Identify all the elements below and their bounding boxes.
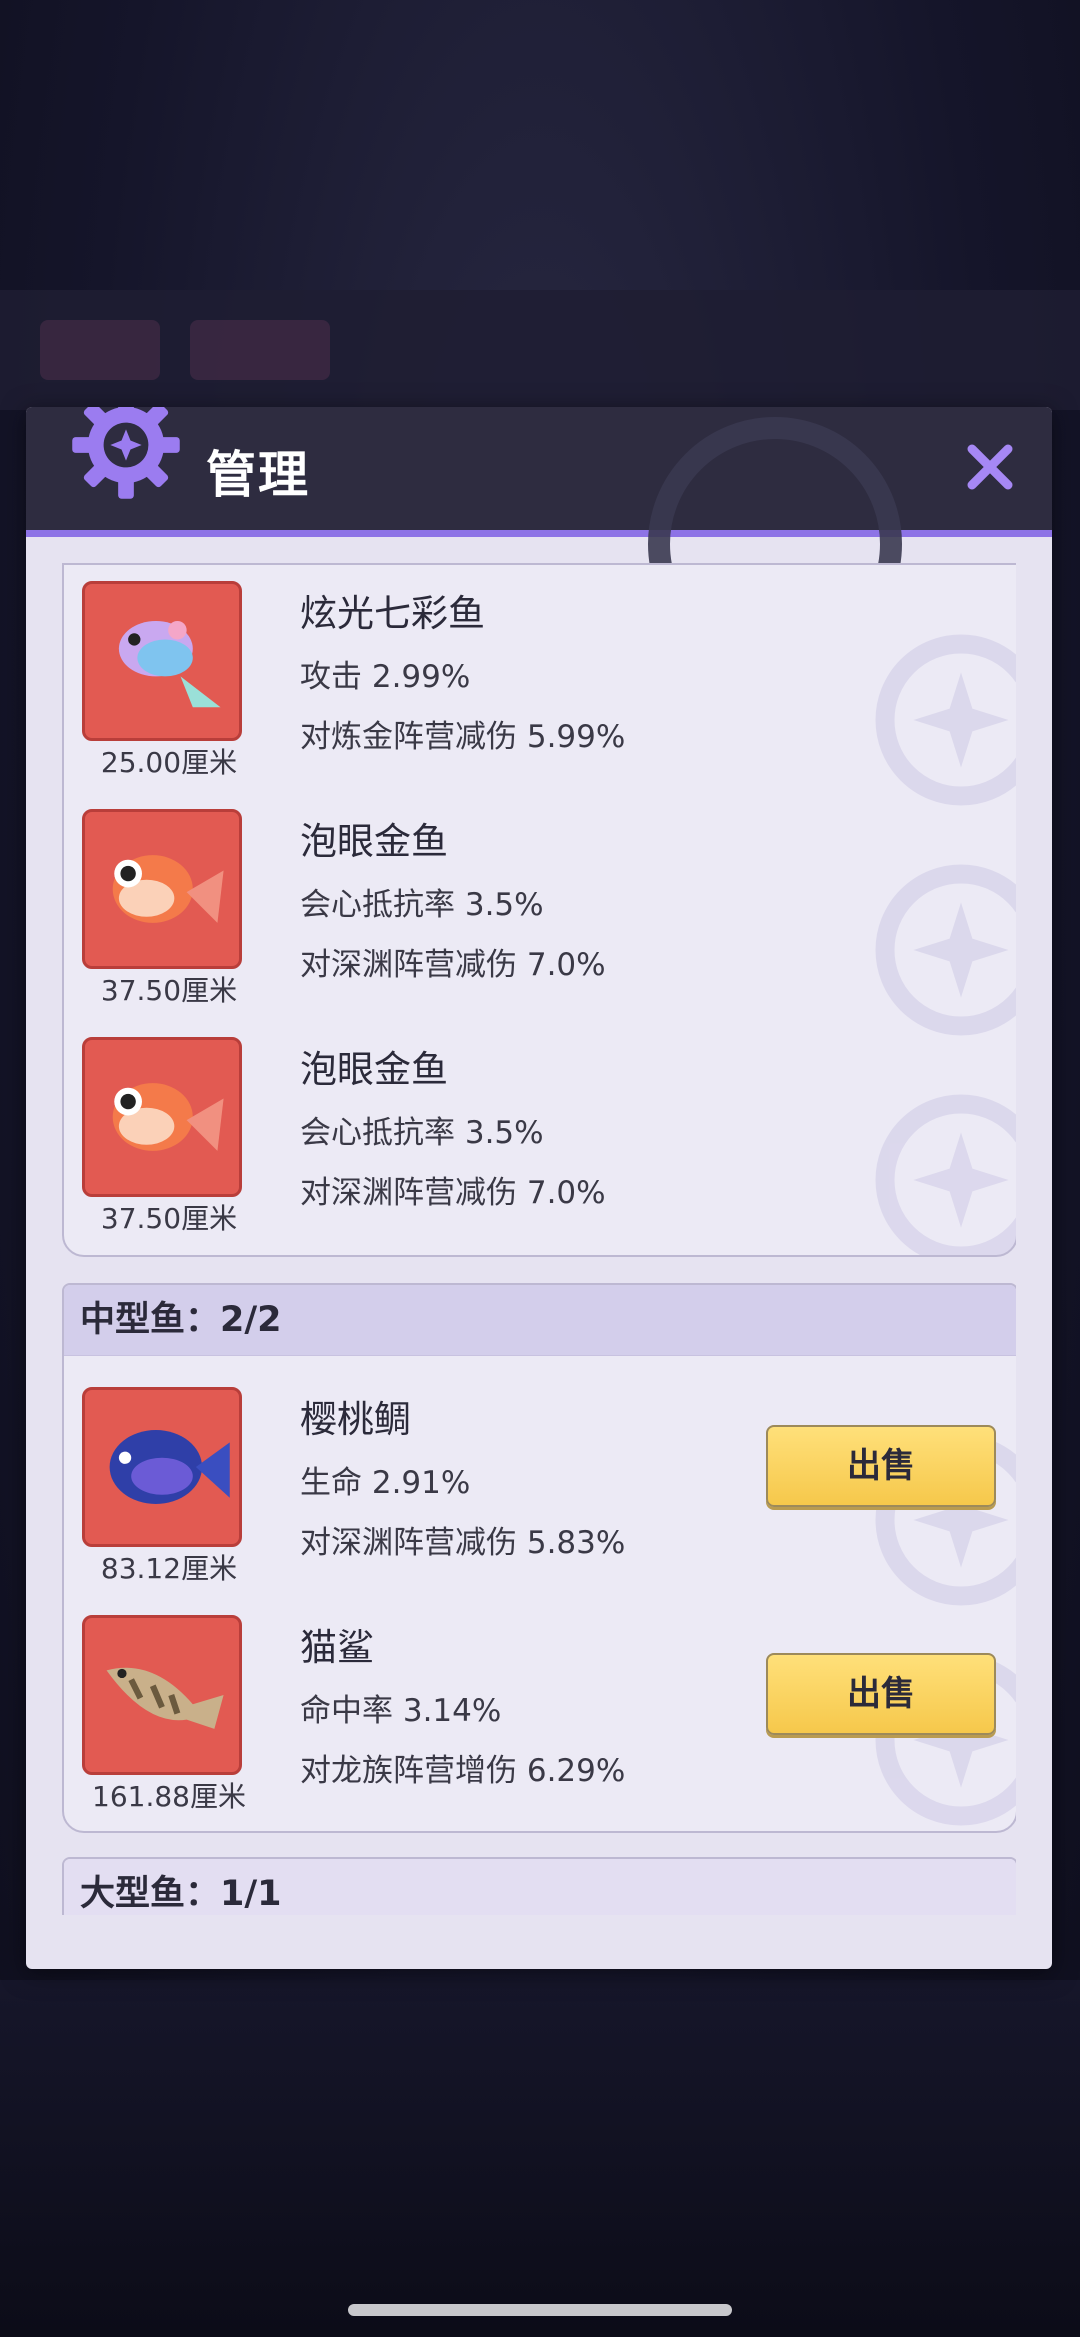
section-header: 中型鱼：2/2: [64, 1285, 1016, 1356]
home-indicator[interactable]: [348, 2304, 732, 2316]
background-chip: [40, 320, 160, 380]
gear-icon: [72, 407, 180, 499]
fish-stat: 对深渊阵营减伤 7.0%: [300, 1175, 606, 1211]
goldfish-icon: [82, 809, 242, 969]
sell-button[interactable]: 出售: [766, 1425, 996, 1507]
goldfish-icon: [82, 1037, 242, 1197]
fish-stat: 会心抵抗率 3.5%: [300, 1115, 544, 1151]
dialog-title: 管理: [206, 446, 310, 504]
fish-name: 猫鲨: [300, 1626, 374, 1669]
fish-name: 泡眼金鱼: [300, 1048, 448, 1091]
fish-size: 37.50厘米: [100, 1202, 238, 1235]
fish-stat: 对深渊阵营减伤 5.83%: [300, 1525, 626, 1561]
fish-stat: 命中率 3.14%: [300, 1693, 502, 1729]
fish-stat: 会心抵抗率 3.5%: [300, 887, 544, 923]
section-header: 大型鱼：1/1: [64, 1859, 1016, 1915]
shark-icon: [82, 1615, 242, 1775]
management-dialog: 管理 25.00厘米 炫光七彩鱼 攻击 2.99% 对炼金阵营减伤 5.99% …: [26, 407, 1052, 1969]
close-icon[interactable]: [964, 441, 1016, 493]
blue-fish-icon: [82, 1387, 242, 1547]
background-bottom: [0, 1980, 1080, 2337]
dialog-header: 管理: [26, 407, 1052, 671]
background-bar: [0, 290, 1080, 410]
fish-size: 161.88厘米: [92, 1780, 246, 1813]
sell-button[interactable]: 出售: [766, 1653, 996, 1735]
fish-card-medium: 中型鱼：2/2 83.12厘米 樱桃鲷 生命 2.91% 对深渊阵营减伤 5.8…: [62, 1283, 1016, 1833]
fish-name: 泡眼金鱼: [300, 820, 448, 863]
fish-stat: 攻击 2.99%: [300, 659, 471, 695]
fish-card-large: 大型鱼：1/1: [62, 1857, 1016, 1915]
fish-stat: 生命 2.91%: [300, 1465, 471, 1501]
rainbow-fish-icon: [82, 581, 242, 741]
list-item[interactable]: 37.50厘米 泡眼金鱼 会心抵抗率 3.5% 对深渊阵营减伤 7.0%: [64, 809, 1016, 1037]
fish-name: 炫光七彩鱼: [300, 592, 485, 635]
fish-card-small: 25.00厘米 炫光七彩鱼 攻击 2.99% 对炼金阵营减伤 5.99% 37.…: [62, 563, 1016, 1257]
fish-size: 37.50厘米: [100, 974, 238, 1007]
fish-list[interactable]: 25.00厘米 炫光七彩鱼 攻击 2.99% 对炼金阵营减伤 5.99% 37.…: [62, 563, 1016, 1915]
fish-stat: 对深渊阵营减伤 7.0%: [300, 947, 606, 983]
fish-size: 25.00厘米: [100, 746, 238, 779]
list-item[interactable]: 37.50厘米 泡眼金鱼 会心抵抗率 3.5% 对深渊阵营减伤 7.0%: [64, 1037, 1016, 1255]
fish-name: 樱桃鲷: [300, 1398, 411, 1441]
fish-stat: 对炼金阵营减伤 5.99%: [300, 719, 626, 755]
list-item[interactable]: 25.00厘米 炫光七彩鱼 攻击 2.99% 对炼金阵营减伤 5.99%: [64, 581, 1016, 809]
list-item[interactable]: 161.88厘米 猫鲨 命中率 3.14% 对龙族阵营增伤 6.29% 出售: [64, 1615, 1016, 1831]
background-chip: [190, 320, 330, 380]
fish-size: 83.12厘米: [100, 1552, 238, 1585]
list-item[interactable]: 83.12厘米 樱桃鲷 生命 2.91% 对深渊阵营减伤 5.83% 出售: [64, 1387, 1016, 1615]
fish-stat: 对龙族阵营增伤 6.29%: [300, 1753, 626, 1789]
